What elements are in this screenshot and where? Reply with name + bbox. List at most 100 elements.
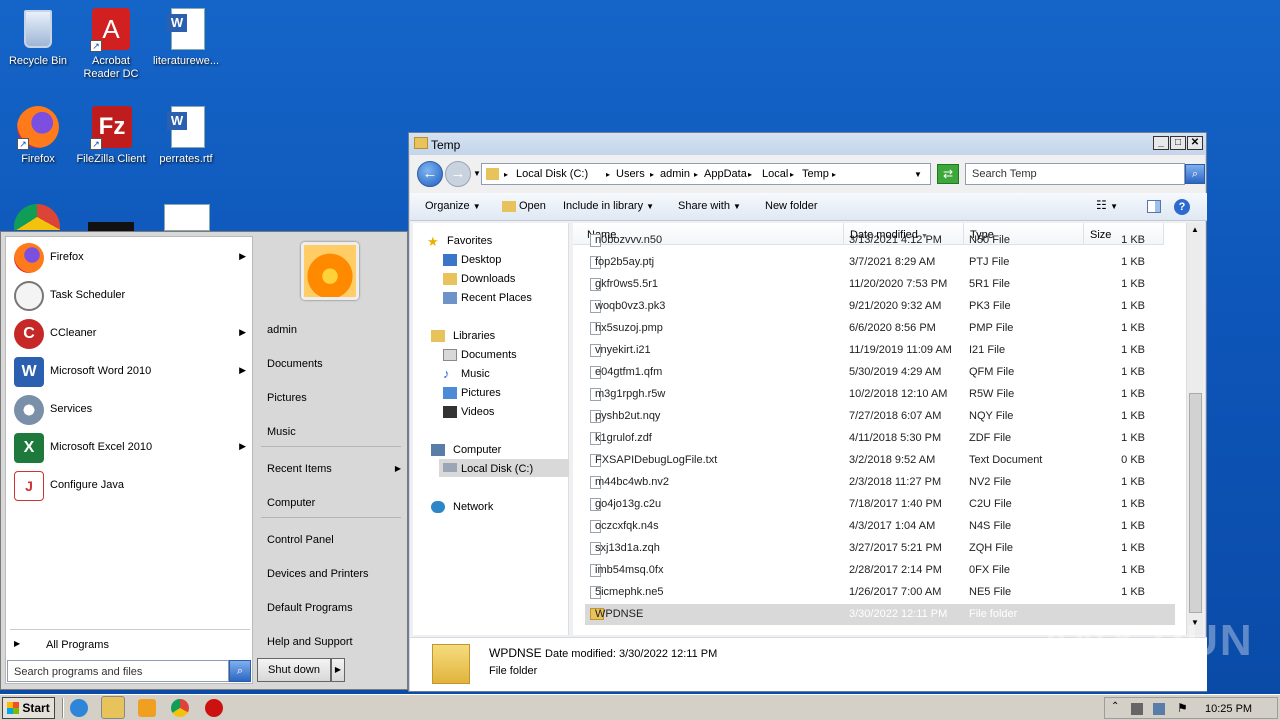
search-icon[interactable]: ⌕ [1185, 164, 1205, 184]
show-hidden-icons-icon[interactable]: ⌃ [1111, 701, 1119, 712]
file-row[interactable]: k1grulof.zdf 4/11/2018 5:30 PM ZDF File 1 K… [585, 428, 1175, 450]
file-row[interactable]: sxj13d1a.zqh 3/27/2017 5:21 PM ZQH File 1 K… [585, 538, 1175, 560]
flag-icon[interactable]: ⚑ [1177, 701, 1188, 715]
file-row[interactable]: e04gtfm1.qfm 5/30/2019 4:29 AM QFM File 1 K… [585, 362, 1175, 384]
organize-menu[interactable]: Organize ▼ [425, 200, 481, 212]
start-link-recent-items[interactable]: Recent Items ▶ [267, 463, 401, 475]
dark-app-desktop-icon[interactable] [88, 222, 134, 231]
breadcrumb-appdata[interactable]: AppData [704, 168, 747, 180]
new-folder-button[interactable]: New folder [765, 200, 818, 212]
breadcrumb-users[interactable]: Users [616, 168, 645, 180]
start-search-input[interactable]: Search programs and files [7, 660, 229, 682]
breadcrumb-admin[interactable]: admin [660, 168, 690, 180]
nav-network[interactable]: Network [431, 501, 493, 513]
explorer-taskbar-icon[interactable] [101, 696, 125, 719]
start-link-pictures[interactable]: Pictures [267, 392, 307, 404]
scrollbar[interactable]: ▲ ▼ [1186, 223, 1203, 635]
breadcrumb-local[interactable]: Local [762, 168, 788, 180]
desktop-icon-firefox[interactable]: ↗ Firefox [0, 104, 76, 166]
clock[interactable]: 10:25 PM [1205, 703, 1252, 715]
start-item-configure-java[interactable]: J Configure Java [12, 468, 250, 504]
close-button[interactable]: ✕ [1187, 136, 1203, 150]
start-link-admin[interactable]: admin [267, 324, 297, 336]
file-row[interactable]: n0bozvvv.n50 3/13/2021 4:12 PM N50 File 1 K… [585, 233, 1175, 252]
file-row[interactable]: imb54msq.0fx 2/28/2017 2:14 PM 0FX File 1 K… [585, 560, 1175, 582]
help-icon[interactable]: ? [1174, 199, 1190, 215]
view-options-icon[interactable]: ☷ ▼ [1096, 198, 1118, 212]
preview-pane-icon[interactable] [1147, 200, 1161, 213]
forward-button[interactable]: → [445, 161, 471, 187]
start-item-services[interactable]: Services [12, 392, 250, 428]
breadcrumb-temp[interactable]: Temp [802, 168, 829, 180]
start-item-ccleaner[interactable]: C CCleaner ▶ [12, 316, 250, 352]
nav-documents[interactable]: Documents [443, 349, 517, 361]
maximize-button[interactable]: □ [1170, 136, 1186, 150]
share-with-menu[interactable]: Share with ▼ [678, 200, 741, 212]
file-row[interactable]: go4jo13g.c2u 7/18/2017 1:40 PM C2U File 1 K… [585, 494, 1175, 516]
desktop-icon-acrobat[interactable]: A ↗ Acrobat Reader DC [73, 6, 149, 81]
search-icon[interactable]: ⌕ [229, 660, 251, 682]
nav-libraries[interactable]: Libraries [431, 330, 495, 342]
start-item-task-scheduler[interactable]: Task Scheduler [12, 278, 250, 314]
chrome-desktop-icon[interactable] [14, 204, 60, 230]
address-dropdown-button[interactable]: ▼ [914, 170, 922, 179]
nav-favorites[interactable]: ★ Favorites [427, 234, 492, 249]
nav-downloads[interactable]: Downloads [443, 273, 515, 285]
start-link-music[interactable]: Music [267, 426, 296, 438]
breadcrumb-local-disk[interactable]: Local Disk (C:) [516, 168, 588, 180]
all-programs-button[interactable]: ▶ All Programs [14, 639, 246, 655]
nav-recent-places[interactable]: Recent Places [443, 292, 532, 304]
nav-local-disk[interactable]: Local Disk (C:) [439, 459, 569, 477]
user-picture[interactable] [301, 242, 359, 300]
start-link-computer[interactable]: Computer [267, 497, 315, 509]
file-row[interactable]: m44bc4wb.nv2 2/3/2018 11:27 PM NV2 File 1 K… [585, 472, 1175, 494]
file-row[interactable]: m3g1rpgh.r5w 10/2/2018 12:10 AM R5W File 1 … [585, 384, 1175, 406]
start-link-default-programs[interactable]: Default Programs [267, 602, 353, 614]
desktop-icon-recycle-bin[interactable]: Recycle Bin [0, 6, 76, 68]
file-row[interactable]: vnyekirt.i21 11/19/2019 11:09 AM I21 File 1… [585, 340, 1175, 362]
file-row[interactable]: hx5suzoj.pmp 6/6/2020 8:56 PM PMP File 1 KB [585, 318, 1175, 340]
file-row[interactable]: 5icmephk.ne5 1/26/2017 7:00 AM NE5 File 1 K… [585, 582, 1175, 604]
shutdown-button[interactable]: Shut down [257, 658, 331, 682]
search-input[interactable]: Search Temp [965, 163, 1185, 185]
nav-computer[interactable]: Computer [431, 444, 501, 456]
minimize-button[interactable]: _ [1153, 136, 1169, 150]
file-row[interactable]: pyshb2ut.nqy 7/27/2018 6:07 AM NQY File 1 K… [585, 406, 1175, 428]
stop-icon[interactable] [205, 699, 223, 717]
title-bar[interactable]: Temp _ □ ✕ [409, 133, 1206, 155]
start-button[interactable]: Start [2, 697, 55, 719]
nav-videos[interactable]: Videos [443, 406, 494, 418]
desktop-icon-literature-doc[interactable]: W literaturewe... [148, 6, 224, 68]
shutdown-options-button[interactable]: ▶ [331, 658, 345, 682]
desktop-icon-perrates[interactable]: W perrates.rtf [148, 104, 224, 166]
file-row[interactable]: fop2b5ay.ptj 3/7/2021 8:29 AM PTJ File 1 KB [585, 252, 1175, 274]
file-row[interactable]: woqb0vz3.pk3 9/21/2020 9:32 AM PK3 File 1 K… [585, 296, 1175, 318]
file-row[interactable]: oczcxfqk.n4s 4/3/2017 1:04 AM N4S File 1 KB [585, 516, 1175, 538]
start-link-documents[interactable]: Documents [267, 358, 323, 370]
nav-desktop[interactable]: Desktop [443, 254, 501, 266]
back-button[interactable]: ← [417, 161, 443, 187]
scroll-thumb[interactable] [1189, 393, 1202, 613]
refresh-button[interactable]: ⇄ [937, 164, 959, 184]
start-link-control-panel[interactable]: Control Panel [267, 534, 334, 546]
open-button[interactable]: Open [502, 200, 546, 212]
nav-pictures[interactable]: Pictures [443, 387, 501, 399]
chrome-icon[interactable] [171, 699, 189, 717]
start-link-help[interactable]: Help and Support [267, 636, 353, 648]
file-row[interactable]: FXSAPIDebugLogFile.txt 3/2/2018 9:52 AM Te… [585, 450, 1175, 472]
network-icon[interactable] [1153, 703, 1165, 715]
start-item-firefox[interactable]: Firefox ▶ [12, 240, 250, 276]
tray-icon[interactable] [1131, 703, 1143, 715]
include-in-library-menu[interactable]: Include in library ▼ [563, 200, 654, 212]
start-link-devices[interactable]: Devices and Printers [267, 568, 369, 580]
address-bar[interactable]: ▸ Local Disk (C:) ▸ Users ▸ admin ▸ AppD… [481, 163, 931, 185]
word-document-icon[interactable] [164, 204, 210, 231]
internet-explorer-icon[interactable] [70, 699, 88, 717]
start-item-excel[interactable]: X Microsoft Excel 2010 ▶ [12, 430, 250, 466]
recent-pages-dropdown[interactable]: ▼ [473, 169, 481, 178]
media-player-icon[interactable] [138, 699, 156, 717]
file-row[interactable]: gkfr0ws5.5r1 11/20/2020 7:53 PM 5R1 File 1 … [585, 274, 1175, 296]
scroll-up-arrow-icon[interactable]: ▲ [1189, 225, 1201, 239]
start-item-word[interactable]: W Microsoft Word 2010 ▶ [12, 354, 250, 390]
desktop-icon-filezilla[interactable]: Fz ↗ FileZilla Client [73, 104, 149, 166]
